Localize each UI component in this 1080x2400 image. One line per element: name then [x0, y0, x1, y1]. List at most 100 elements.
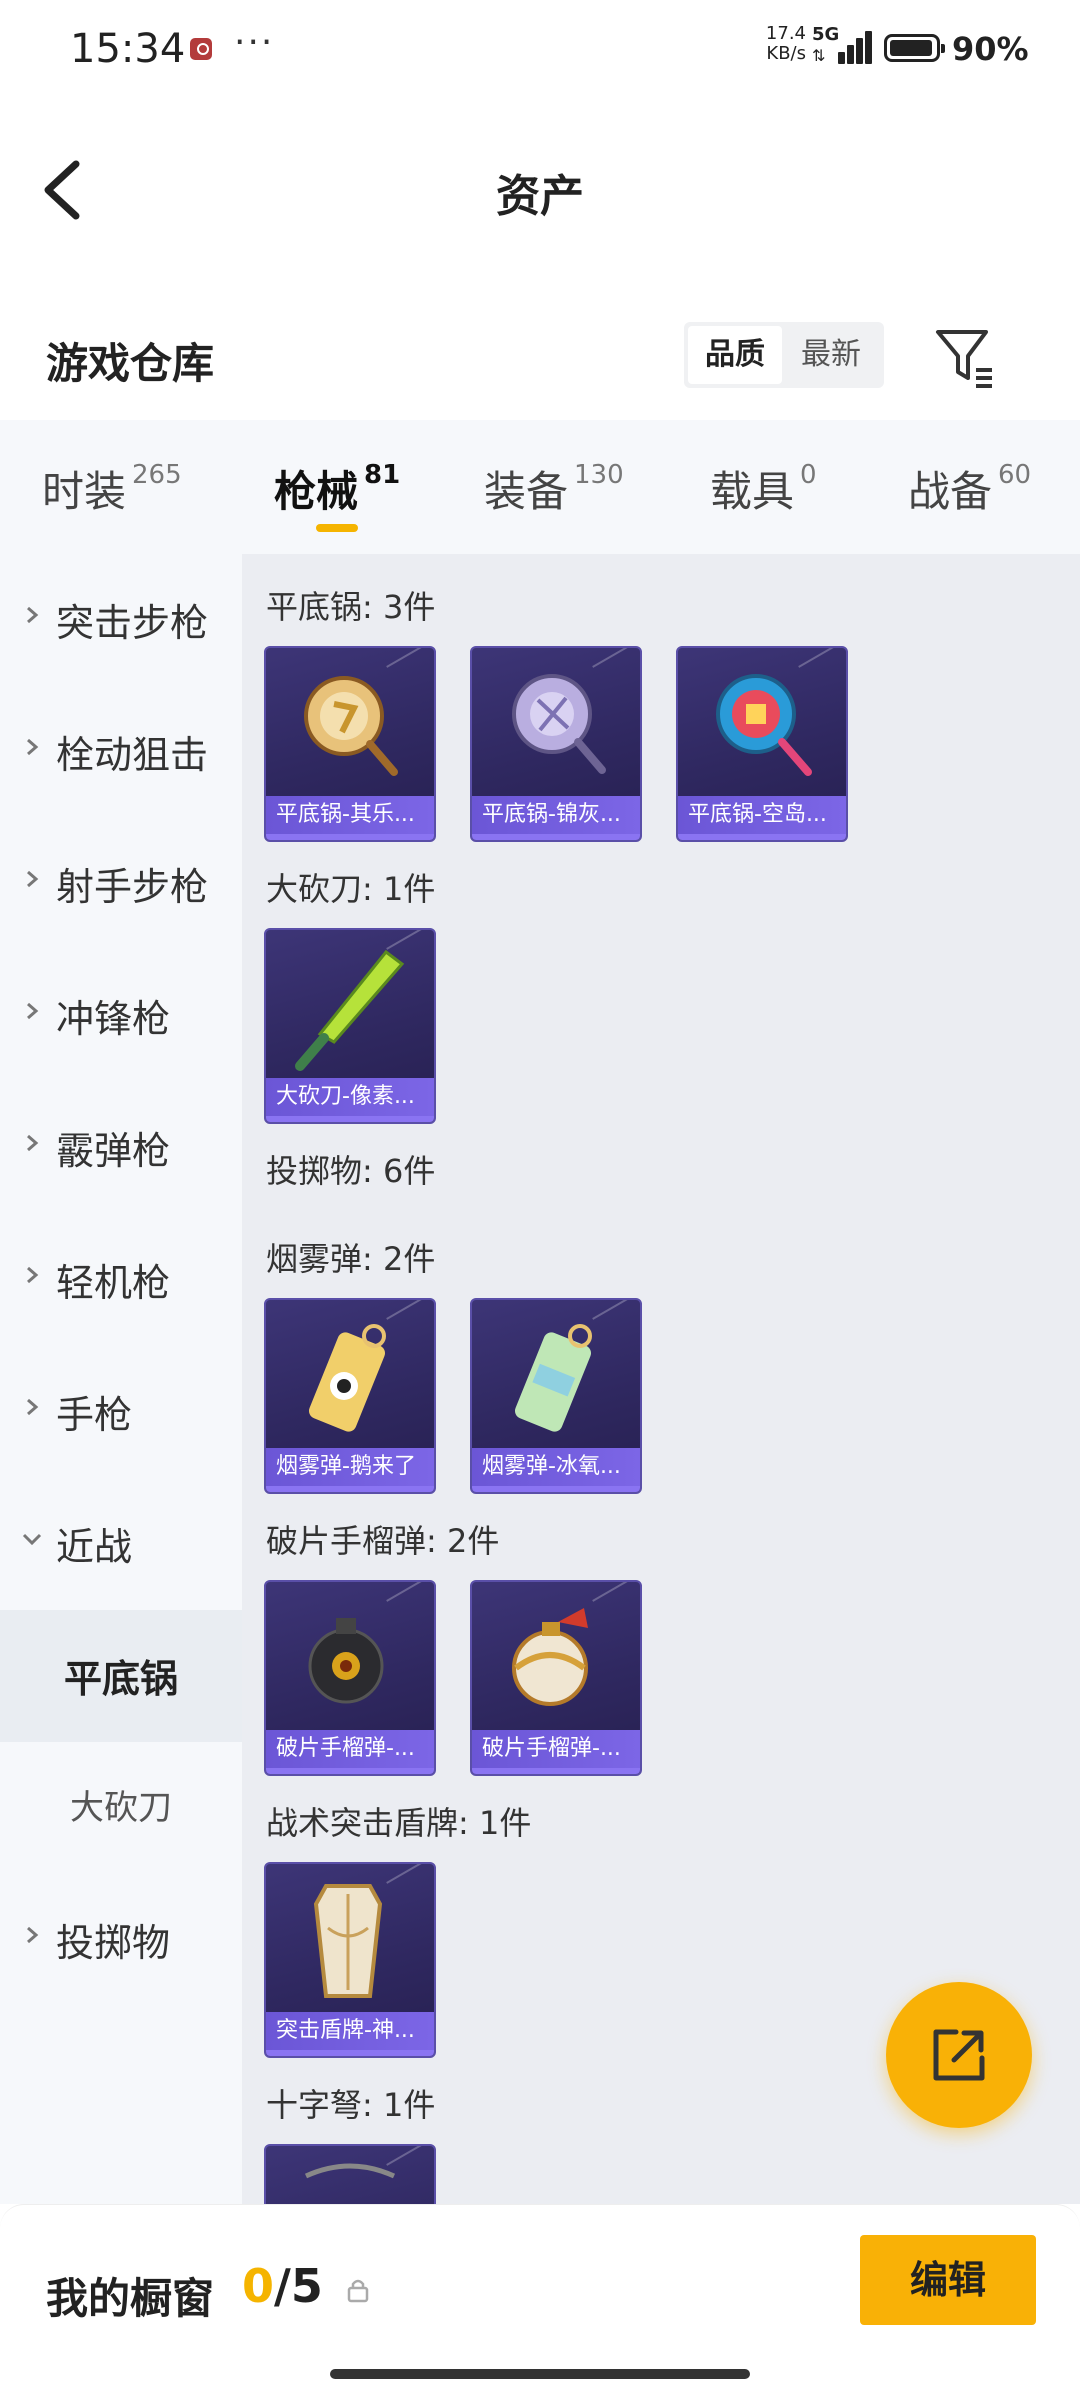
item-name: 平底锅-空岛... — [678, 796, 846, 834]
smoke-grenade-icon — [515, 1324, 592, 1432]
tab-count: 130 — [574, 460, 624, 490]
item-card[interactable]: 破片手榴弹-... — [470, 1580, 642, 1776]
item-card[interactable] — [264, 2144, 436, 2204]
network-speed: 17.4 KB/s — [764, 24, 806, 64]
tab-equipment[interactable]: 装备 130 — [484, 458, 624, 518]
item-list[interactable]: 平底锅: 3件 平底锅-其乐... 平底锅-锦灰... 平底锅-空岛... 大砍… — [242, 554, 1080, 2204]
rarity-stripe — [678, 834, 846, 840]
rarity-stripe — [472, 1768, 640, 1774]
item-name: 突击盾牌-神... — [266, 2012, 434, 2050]
lock-icon — [347, 2279, 369, 2303]
nav-label: 霰弹枪 — [56, 1129, 171, 1173]
side-nav: 突击步枪 栓动狙击 射手步枪 冲锋枪 霰弹枪 轻机枪 手枪 近战 平底锅 大砍刀… — [0, 554, 242, 2204]
share-button[interactable] — [886, 1982, 1032, 2128]
more-notifications-icon: ··· — [234, 22, 275, 63]
warehouse-title: 游戏仓库 — [46, 339, 215, 388]
tab-label: 时装 — [42, 467, 127, 516]
nav-item-pistol[interactable]: 手枪 — [0, 1346, 242, 1478]
tab-label: 枪械 — [274, 467, 359, 516]
nav-subitem-pan[interactable]: 平底锅 — [0, 1610, 242, 1742]
nav-item-lmg[interactable]: 轻机枪 — [0, 1214, 242, 1346]
rarity-stripe — [266, 1486, 434, 1492]
sort-toggle: 品质 最新 — [684, 322, 884, 388]
nav-label: 平底锅 — [63, 1657, 178, 1701]
rarity-stripe — [472, 1486, 640, 1492]
rarity-stripe — [266, 1116, 434, 1122]
shield-icon — [313, 1884, 383, 1998]
tab-label: 装备 — [484, 467, 569, 516]
tab-label: 载具 — [710, 467, 795, 516]
rarity-stripe — [266, 834, 434, 840]
group-title-smoke: 烟雾弹: 2件 — [266, 1240, 436, 1278]
chevron-down-icon — [22, 1533, 42, 1546]
tab-fashion[interactable]: 时装 265 — [42, 458, 182, 518]
home-indicator[interactable] — [330, 2369, 750, 2379]
showcase-label: 我的橱窗 — [46, 2274, 215, 2323]
group-title-throwables: 投掷物: 6件 — [266, 1152, 436, 1190]
item-card[interactable]: 烟雾弹-鹅来了 — [264, 1298, 436, 1494]
sort-newest-option[interactable]: 最新 — [784, 326, 878, 384]
item-card[interactable]: 烟雾弹-冰氧... — [470, 1298, 642, 1494]
item-card[interactable]: 平底锅-其乐... — [264, 646, 436, 842]
category-tabs: 时装 265 枪械 81 装备 130 载具 0 战备 60 — [0, 420, 1080, 554]
item-name: 破片手榴弹-... — [266, 1730, 434, 1768]
tab-vehicles[interactable]: 载具 0 — [710, 458, 817, 518]
item-card[interactable]: 大砍刀-像素... — [264, 928, 436, 1124]
tab-label: 战备 — [908, 467, 993, 516]
nav-label: 近战 — [56, 1525, 133, 1569]
showcase-max: 5 — [290, 2259, 323, 2313]
machete-icon — [295, 949, 405, 1071]
nav-item-melee[interactable]: 近战 — [0, 1478, 242, 1610]
tab-supplies[interactable]: 战备 60 — [908, 458, 1031, 518]
tab-count: 265 — [132, 460, 182, 490]
filter-button[interactable] — [930, 322, 1000, 392]
nav-item-assault-rifle[interactable]: 突击步枪 — [0, 554, 242, 686]
signal-icon — [830, 30, 872, 64]
status-bar: 15:34 ··· 17.4 KB/s 5G ⇅ 90% — [0, 0, 1080, 100]
edit-button[interactable]: 编辑 — [860, 2235, 1036, 2325]
nav-item-bolt-sniper[interactable]: 栓动狙击 — [0, 686, 242, 818]
nav-label: 投掷物 — [56, 1921, 171, 1965]
pan-icon — [512, 674, 606, 774]
showcase-current: 0 — [242, 2259, 275, 2313]
group-title-frag: 破片手榴弹: 2件 — [266, 1522, 500, 1560]
smoke-grenade-icon — [309, 1324, 386, 1432]
chevron-right-icon — [27, 1134, 39, 1152]
nav-item-throwables[interactable]: 投掷物 — [0, 1874, 242, 2006]
nav-label: 突击步枪 — [56, 601, 209, 645]
chevron-right-icon — [27, 1002, 39, 1020]
pan-icon — [304, 676, 398, 776]
chevron-right-icon — [27, 870, 39, 888]
chevron-right-icon — [27, 1266, 39, 1284]
bottom-bar: 我的橱窗 0/5 编辑 — [0, 2204, 1080, 2400]
showcase-count: 0/5 — [242, 2259, 323, 2313]
sort-quality-option[interactable]: 品质 — [688, 326, 782, 384]
share-out-icon — [933, 2029, 985, 2081]
network-speed-unit: KB/s — [766, 43, 806, 64]
item-name: 烟雾弹-冰氧... — [472, 1448, 640, 1486]
page-title: 资产 — [496, 171, 584, 222]
crossbow-icon — [304, 2163, 396, 2179]
frag-grenade-icon — [308, 1618, 384, 1704]
item-card[interactable]: 平底锅-锦灰... — [470, 646, 642, 842]
item-name: 平底锅-锦灰... — [472, 796, 640, 834]
tab-firearms[interactable]: 枪械 81 — [274, 458, 400, 518]
group-title-pan: 平底锅: 3件 — [266, 588, 436, 626]
nav-label: 轻机枪 — [56, 1261, 171, 1305]
nav-item-smg[interactable]: 冲锋枪 — [0, 950, 242, 1082]
nav-item-marksman-rifle[interactable]: 射手步枪 — [0, 818, 242, 950]
nav-item-shotgun[interactable]: 霰弹枪 — [0, 1082, 242, 1214]
chevron-right-icon — [27, 1926, 39, 1944]
nav-subitem-machete[interactable]: 大砍刀 — [0, 1742, 242, 1874]
item-card[interactable]: 破片手榴弹-... — [264, 1580, 436, 1776]
nav-label: 手枪 — [56, 1393, 133, 1437]
item-name: 大砍刀-像素... — [266, 1078, 434, 1116]
item-card[interactable]: 平底锅-空岛... — [676, 646, 848, 842]
item-card[interactable]: 突击盾牌-神... — [264, 1862, 436, 2058]
tab-count: 0 — [800, 460, 817, 490]
group-title-crossbow: 十字弩: 1件 — [266, 2086, 436, 2124]
nav-label: 大砍刀 — [70, 1788, 172, 1828]
chevron-right-icon — [27, 738, 39, 756]
battery-percent: 90% — [952, 30, 1029, 68]
item-name: 平底锅-其乐... — [266, 796, 434, 834]
